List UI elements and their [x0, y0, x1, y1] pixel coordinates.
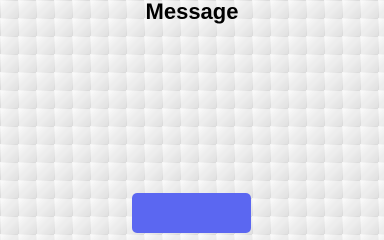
primary-action-button[interactable] [132, 193, 251, 233]
page-title: Message [145, 0, 239, 24]
message-screen: Message [0, 0, 384, 233]
